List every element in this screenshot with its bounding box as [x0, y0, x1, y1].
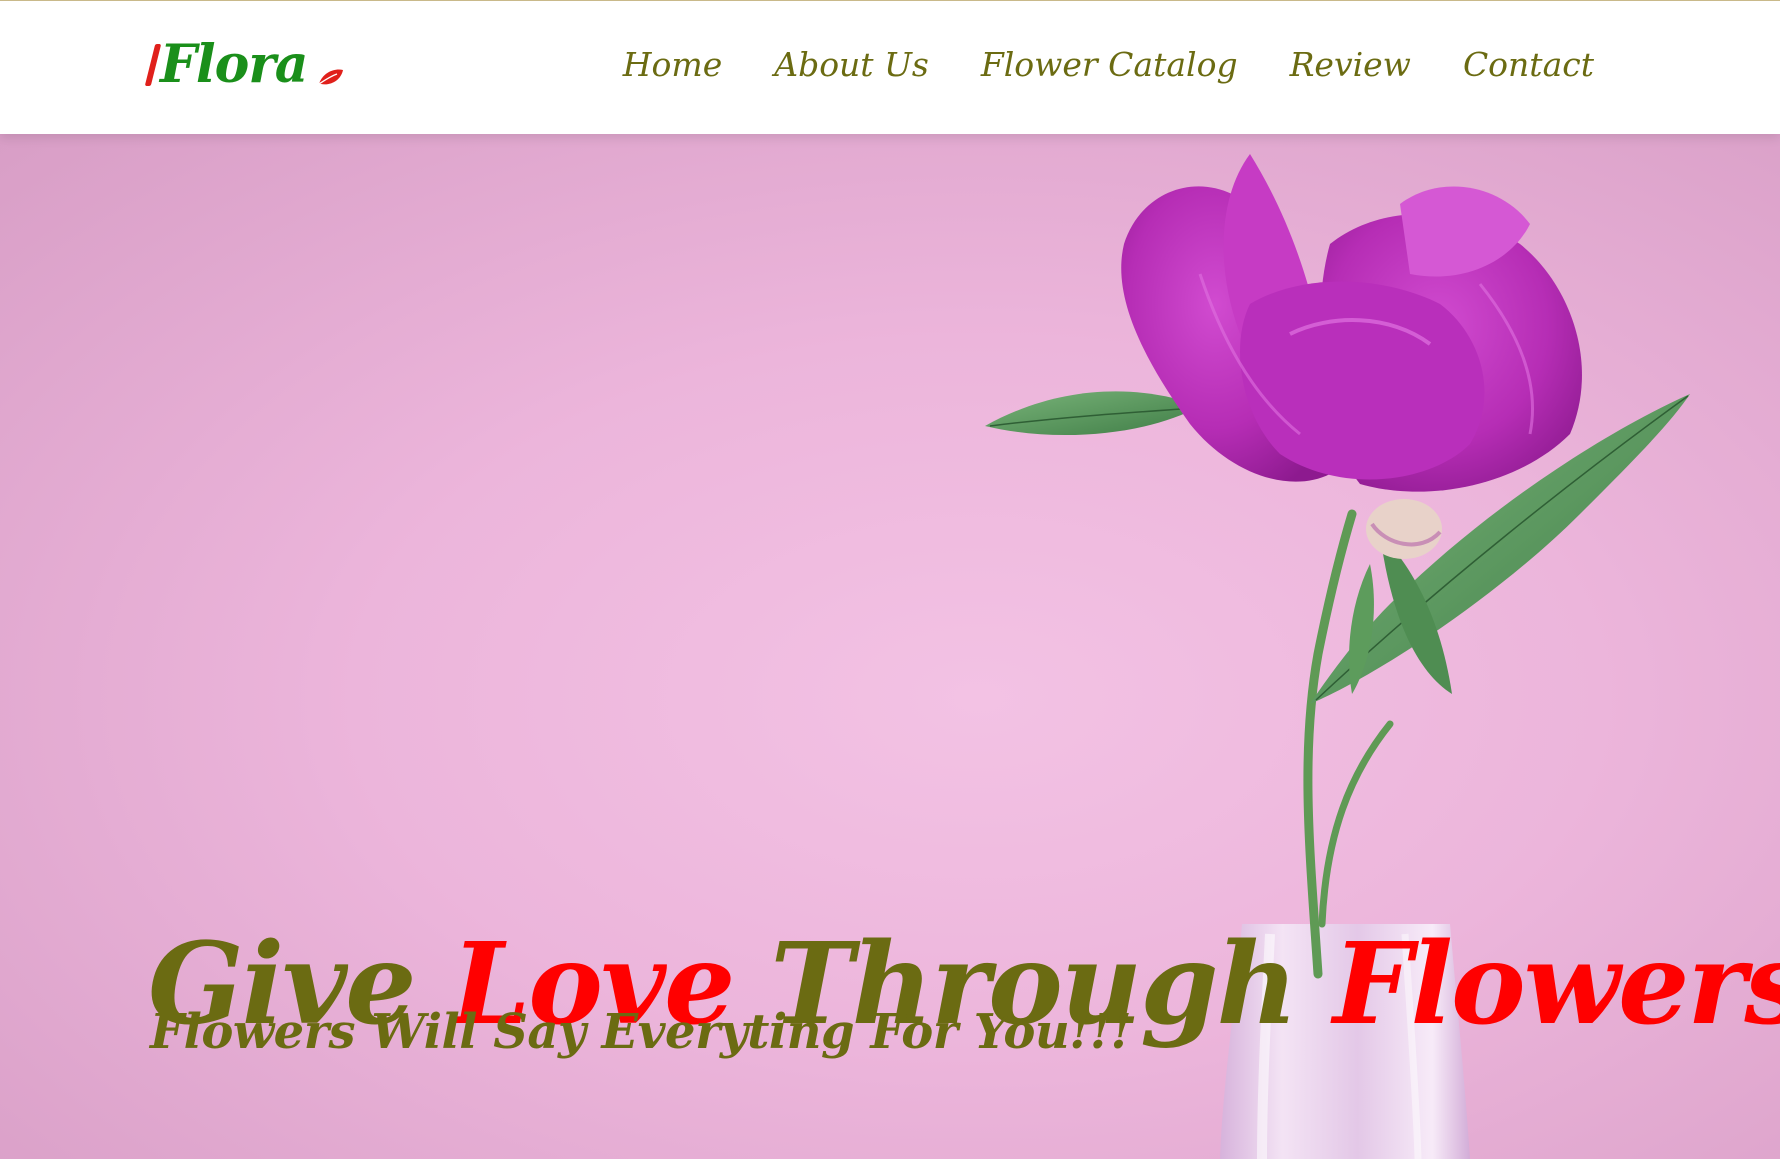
nav-contact[interactable]: Contact — [1463, 46, 1594, 83]
logo-text: Flora — [160, 34, 308, 95]
leaf-left — [985, 391, 1200, 436]
main-nav: Home About Us Flower Catalog Review Cont… — [571, 46, 1594, 83]
stem — [1303, 509, 1357, 979]
headline-word-flowers: Flowers! — [1332, 919, 1780, 1051]
nav-review[interactable]: Review — [1290, 46, 1411, 83]
logo-red-stroke — [144, 44, 162, 86]
peony-bloom — [1121, 154, 1582, 492]
site-header: Flora Home About Us Flower Catalog Revie… — [0, 0, 1780, 134]
flora-logo[interactable]: Flora — [144, 34, 345, 95]
hero-banner: Give Love Through Flowers! Flowers Will … — [0, 134, 1780, 1159]
leaf-icon — [319, 69, 344, 85]
hero-subheadline: Flowers Will Say Everyting For You!!! — [150, 1004, 1132, 1060]
nav-about-us[interactable]: About Us — [774, 46, 929, 83]
nav-home[interactable]: Home — [623, 46, 722, 83]
nav-flower-catalog[interactable]: Flower Catalog — [981, 46, 1238, 83]
